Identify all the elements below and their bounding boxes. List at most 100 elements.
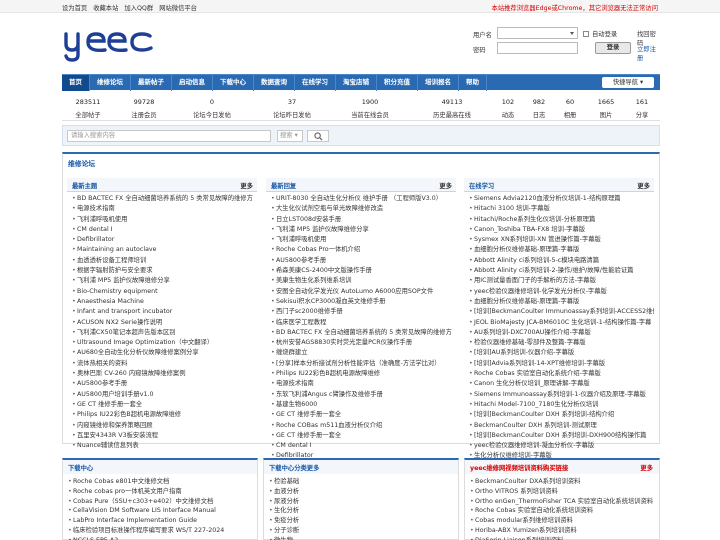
list-item[interactable]: Roche cobas pro一体机英文用户指南 bbox=[68, 487, 257, 497]
list-item[interactable]: 内窥镜维修和保养策略回顾 bbox=[72, 421, 257, 431]
search-button[interactable] bbox=[307, 130, 329, 142]
nav-latest-posts[interactable]: 最新帖子 bbox=[131, 75, 172, 91]
list-item[interactable]: 电源技术指南 bbox=[271, 379, 456, 389]
list-item[interactable]: [培训]Advia系列培训-14-XPT维修培训-字幕版 bbox=[469, 359, 654, 369]
nav-download-center[interactable]: 下载中心 bbox=[213, 75, 254, 91]
list-item[interactable]: 缠烧群建立 bbox=[271, 348, 456, 358]
more-link[interactable]: 更多 bbox=[439, 181, 452, 190]
list-item[interactable]: JEOL BioMajesty JCA-BM6010C 生化培训-1-结构操作篇… bbox=[469, 318, 654, 328]
more-link[interactable]: 更多 bbox=[640, 463, 653, 472]
list-item[interactable]: 流体热相关的资料 bbox=[72, 359, 257, 369]
auto-login-checkbox[interactable]: 自动登录 bbox=[583, 29, 617, 38]
nav-help[interactable]: 帮助 bbox=[459, 75, 487, 91]
list-item[interactable]: 东软飞利浦Angus c臂操作及维修手册 bbox=[271, 390, 456, 400]
list-item[interactable]: 用IC测试量香面门子的手解析的方法-字幕版 bbox=[469, 276, 654, 286]
list-item[interactable]: CM dental I bbox=[271, 441, 456, 451]
list-item[interactable]: [培训]BeckmanCoulter DXH 系列培训-结构介绍 bbox=[469, 410, 654, 420]
list-item[interactable]: Sekisui积水CP3000凝血英文维修手册 bbox=[271, 297, 456, 307]
list-item[interactable]: Ortho VITROS 系列培训资料 bbox=[470, 487, 659, 497]
list-item[interactable]: 瓦里安4343R V3板安装流程 bbox=[72, 431, 257, 441]
list-item[interactable]: Philips IU22彩色B超机电源故障维修 bbox=[271, 369, 456, 379]
list-item[interactable]: GE CT 维修手册一套全 bbox=[72, 400, 257, 410]
list-item[interactable]: 检验仪器维修基础-零部件及整篇-字幕版 bbox=[469, 338, 654, 348]
nav-points-recharge[interactable]: 积分充值 bbox=[377, 75, 418, 91]
list-item[interactable]: CM dental I bbox=[72, 225, 257, 235]
search-type-select[interactable]: 搜索 ▾ bbox=[277, 130, 303, 142]
list-item[interactable]: Siemens Advia2120血液分析仪培训-1-结构原理篇 bbox=[469, 194, 654, 204]
bookmark-link[interactable]: 收藏本站 bbox=[93, 3, 118, 12]
list-item[interactable]: Ortho enGen_ThermoFisher TCA 实验室自动化系统培训资… bbox=[470, 497, 659, 507]
list-item[interactable]: 日立LST008d安装手册 bbox=[271, 215, 456, 225]
list-item[interactable]: 分子诊断 bbox=[269, 526, 458, 536]
list-item[interactable]: 电源技术指南 bbox=[72, 204, 257, 214]
list-item[interactable]: 血细胞分析仪维修基础-原理篇-字幕版 bbox=[469, 245, 654, 255]
nav-data-query[interactable]: 数据查询 bbox=[254, 75, 295, 91]
list-item[interactable]: 奥林巴斯 CV-260 内窥镜故障维修案例 bbox=[72, 369, 257, 379]
list-item[interactable]: Hitachi/Roche系列生化仪培训-分析原理篇 bbox=[469, 215, 654, 225]
password-input[interactable] bbox=[497, 42, 578, 54]
list-item[interactable]: 安图全自动化学发光仪 AutoLumo A6000应用SOP文件 bbox=[271, 287, 456, 297]
list-item[interactable]: Defibrillator bbox=[72, 235, 257, 245]
list-item[interactable]: 杭州安誉AGS8830实时荧光定量PCR仪操作手册 bbox=[271, 338, 456, 348]
list-item[interactable]: 检验基础 bbox=[269, 477, 458, 487]
list-item[interactable]: Siemens Immunoassay系列培训-1-仪器介绍及原理-字幕版 bbox=[469, 390, 654, 400]
list-item[interactable]: 飞利浦呼吸机使用 bbox=[271, 235, 456, 245]
list-item[interactable]: URIT-8030 全自动生化分析仪 维护手册 （工程师版V3.0） bbox=[271, 194, 456, 204]
list-item[interactable]: yeec检验仪器维修培训-化学发光分析仪-字幕版 bbox=[469, 287, 654, 297]
list-item[interactable]: 免疫分析 bbox=[269, 516, 458, 526]
nav-home[interactable]: 首页 bbox=[62, 75, 90, 91]
list-item[interactable]: Canon_Toshiba TBA-FX8 培训-字幕版 bbox=[469, 225, 654, 235]
list-item[interactable]: 基建生物6000 bbox=[271, 400, 456, 410]
list-item[interactable]: GE CT 维修手册一套全 bbox=[271, 431, 456, 441]
list-item[interactable]: 大生化仪试剂空瓶与单光故障维修改造 bbox=[271, 204, 456, 214]
register-link[interactable]: 立即注册 bbox=[637, 44, 659, 62]
list-item[interactable]: Canon 生化分析仪培训_原理讲解-字幕版 bbox=[469, 379, 654, 389]
list-item[interactable]: Roche Cobas e801中文维修文档 bbox=[68, 477, 257, 487]
nav-online-learning[interactable]: 在线学习 bbox=[295, 75, 336, 91]
list-item[interactable]: BD BACTEC FX 全自动细菌培养系统的 5 类常见故障的维修方 bbox=[72, 194, 257, 204]
list-item[interactable]: Infant and transport incubator bbox=[72, 307, 257, 317]
list-item[interactable]: 美康生物生化系列维系培训 bbox=[271, 276, 456, 286]
list-item[interactable]: Anaesthesia Machine bbox=[72, 297, 257, 307]
nav-training-signup[interactable]: 培训报名 bbox=[418, 75, 459, 91]
join-qq-link[interactable]: 加入QQ群 bbox=[124, 3, 153, 12]
search-input[interactable]: 请输入搜索内容 bbox=[67, 130, 271, 142]
list-item[interactable]: Abbott Alinity ci系列培训-5-c模块电路清篇 bbox=[469, 256, 654, 266]
list-item[interactable]: Bio-Chemistry equipment bbox=[72, 287, 257, 297]
list-item[interactable]: Cobas modular系列维修培训资料 bbox=[470, 516, 659, 526]
list-item[interactable]: 飞利浦 MP5 监护仪故障维修分享 bbox=[271, 225, 456, 235]
list-item[interactable]: ACUSON NX2 Serie操作说明 bbox=[72, 318, 257, 328]
nav-startup-info[interactable]: 启动信息 bbox=[172, 75, 213, 91]
list-item[interactable]: 根据字辐射防护与安全要求 bbox=[72, 266, 257, 276]
list-item[interactable]: Horiba-ABX Yumizen系列培训资料 bbox=[470, 526, 659, 536]
username-input[interactable] bbox=[497, 27, 578, 39]
column-title[interactable]: 在线学习 bbox=[469, 181, 494, 190]
list-item[interactable]: Hitachi Model-7100_7180生化分析仪培训 bbox=[469, 400, 654, 410]
list-item[interactable]: 飞利浦呼吸机使用 bbox=[72, 215, 257, 225]
quick-nav-dropdown[interactable]: 快捷导航 ▾ bbox=[602, 77, 654, 88]
column-title[interactable]: 最新回复 bbox=[271, 181, 296, 190]
list-item[interactable]: Abbott Alinity ci系列培训-2-操作/维护/故障/性能验证篇 bbox=[469, 266, 654, 276]
list-item[interactable]: AU680全自动生化分析仪故障维修案例分享 bbox=[72, 348, 257, 358]
list-item[interactable]: GE CT 维修手册一套全 bbox=[271, 410, 456, 420]
list-item[interactable]: yeec检验仪器维修培训-凝血分析仪-字幕版 bbox=[469, 441, 654, 451]
nav-forum[interactable]: 维修论坛 bbox=[90, 75, 131, 91]
login-button[interactable]: 登录 bbox=[595, 42, 631, 54]
list-item[interactable]: [培训]AU系列培训-仪器介绍-字幕版 bbox=[469, 348, 654, 358]
section-title[interactable]: 维修论坛 bbox=[68, 158, 95, 168]
block-title[interactable]: 下载中心分类更多 bbox=[269, 463, 319, 472]
list-item[interactable]: Roche Cobas 实验室自动化系统培训资料 bbox=[470, 506, 659, 516]
column-title[interactable]: 最新主题 bbox=[72, 181, 97, 190]
list-item[interactable]: 血细胞分析仪维修基础-原理篇-字幕版 bbox=[469, 297, 654, 307]
list-item[interactable]: Nuance辅读信息列表 bbox=[72, 441, 257, 451]
block-title[interactable]: yeec维修网视频培训资料购买链接 bbox=[470, 463, 568, 472]
list-item[interactable]: 血液分析 bbox=[269, 487, 458, 497]
list-item[interactable]: AU系列培训-DXC700AU操作介绍-字幕版 bbox=[469, 328, 654, 338]
list-item[interactable]: 西门子sc2000维修手册 bbox=[271, 307, 456, 317]
list-item[interactable]: [培训]BeckmanCoulter DXH 系列培训-DXH900结构操作篇 bbox=[469, 431, 654, 441]
block-title[interactable]: 下载中心 bbox=[68, 463, 93, 472]
site-logo[interactable] bbox=[62, 26, 156, 62]
list-item[interactable]: Cobas Pure（SSU+c303+e402）中文维修文档 bbox=[68, 497, 257, 507]
list-item[interactable]: LabPro Interface Implementation Guide bbox=[68, 516, 257, 526]
list-item[interactable]: Ultrasound Image Optimization（中文翻译） bbox=[72, 338, 257, 348]
